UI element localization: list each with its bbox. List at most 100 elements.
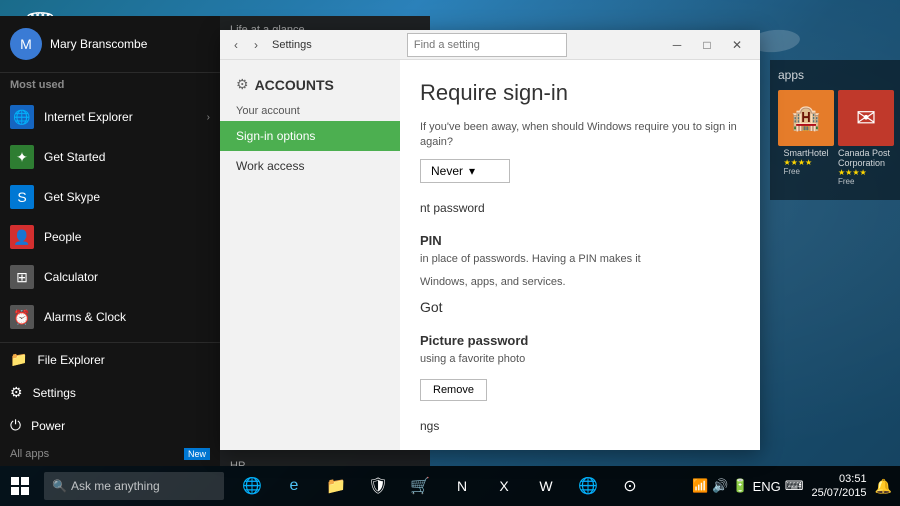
taskbar-icons: 🌐 e 📁 🛡 🛒 N X W 🌐 ⊙: [232, 466, 650, 506]
pin-desc: in place of passwords. Having a PIN make…: [420, 252, 740, 267]
other-section: ngs: [420, 419, 740, 433]
taskbar-edge[interactable]: e: [274, 466, 314, 506]
time-display: 03:51: [812, 472, 867, 486]
taskbar-chrome[interactable]: ⊙: [610, 466, 650, 506]
accounts-icon: ⚙: [236, 76, 249, 93]
picture-password-heading: Picture password: [420, 333, 740, 348]
settings-icon: ⚙: [10, 384, 23, 401]
alarms-label: Alarms & Clock: [44, 310, 126, 324]
taskbar-onenote[interactable]: N: [442, 466, 482, 506]
password-label: nt password: [420, 201, 740, 215]
people-label: People: [44, 230, 81, 244]
smarthotel-icon: 🏨: [778, 90, 834, 146]
window-title: Settings: [272, 39, 312, 51]
file-explorer-icon: 📁: [10, 351, 27, 368]
taskbar-right: 📶 🔊 🔋 ENG ⌨ 03:51 25/07/2015 🔔: [692, 472, 900, 501]
hp-section: HP 🗺 Maps X Excel 2013 N OneNote 2013: [228, 460, 422, 466]
get-started-icon: ✦: [10, 145, 34, 169]
sidebar-item-skype[interactable]: S Get Skype: [0, 177, 220, 217]
sidebar-item-get-started[interactable]: ✦ Get Started: [0, 137, 220, 177]
taskbar-store[interactable]: 🛒: [400, 466, 440, 506]
content-title: Require sign-in: [420, 80, 740, 106]
window-controls: ─ □ ✕: [662, 31, 752, 59]
taskbar-ie2[interactable]: 🌐: [568, 466, 608, 506]
taskbar-search[interactable]: 🔍 Ask me anything: [44, 472, 224, 500]
apps-panel: apps 🏨 SmartHotel ★★★★ Free ✉ Canada Pos…: [770, 60, 900, 200]
start-button[interactable]: [0, 466, 40, 506]
skype-label: Get Skype: [44, 190, 100, 204]
people-icon: 👤: [10, 225, 34, 249]
picture-password-section: Picture password using a favorite photo …: [420, 333, 740, 401]
require-signin-dropdown[interactable]: Never ▾: [420, 159, 510, 183]
taskbar-shield[interactable]: 🛡: [358, 466, 398, 506]
canada-post-icon: ✉: [838, 90, 894, 146]
new-badge: New: [184, 448, 210, 460]
apps-panel-title: apps: [778, 68, 892, 82]
all-apps-link[interactable]: All apps New: [0, 442, 220, 466]
settings-content: Require sign-in If you've been away, whe…: [400, 60, 760, 450]
maximize-button[interactable]: □: [692, 31, 722, 59]
battery-icon: 🔋: [732, 478, 748, 494]
taskbar-word[interactable]: W: [526, 466, 566, 506]
sidebar-item-people[interactable]: 👤 People: [0, 217, 220, 257]
windows-icon: [11, 477, 29, 495]
back-button[interactable]: ‹: [228, 37, 244, 53]
require-signin-desc: If you've been away, when should Windows…: [420, 120, 740, 151]
sidebar-item-alarms[interactable]: ⏰ Alarms & Clock: [0, 297, 220, 337]
your-account-label: Your account: [220, 101, 400, 121]
taskbar: 🔍 Ask me anything 🌐 e 📁 🛡 🛒 N X W 🌐 ⊙ 📶 …: [0, 466, 900, 506]
canada-post-info: Canada Post Corporation ★★★★ Free: [838, 148, 894, 186]
ie-icon: 🌐: [10, 105, 34, 129]
remove-button[interactable]: Remove: [420, 379, 487, 401]
sidebar-item-power[interactable]: ⏻ Power: [0, 409, 220, 442]
alarms-icon: ⏰: [10, 305, 34, 329]
username: Mary Branscombe: [50, 37, 147, 51]
sidebar-title: ACCOUNTS: [255, 77, 334, 93]
password-section: nt password: [420, 201, 740, 215]
sidebar-item-ie[interactable]: 🌐 Internet Explorer ›: [0, 97, 220, 137]
taskbar-folder[interactable]: 📁: [316, 466, 356, 506]
sidebar-item-calculator[interactable]: ⊞ Calculator: [0, 257, 220, 297]
got-label: Got: [420, 299, 443, 315]
taskbar-excel[interactable]: X: [484, 466, 524, 506]
sidebar-item-file-explorer[interactable]: 📁 File Explorer: [0, 343, 220, 376]
start-left-panel: M Mary Branscombe Most used 🌐 Internet E…: [0, 16, 220, 466]
canada-post-app[interactable]: ✉ Canada Post Corporation ★★★★ Free: [838, 90, 894, 186]
desktop: 🗑 Recycle Bin apps 🏨 SmartHotel ★★★★ Fre…: [0, 0, 900, 506]
minimize-button[interactable]: ─: [662, 31, 692, 59]
smarthotel-info: SmartHotel ★★★★ Free: [783, 148, 828, 176]
power-label: Power: [31, 419, 65, 433]
forward-button[interactable]: ›: [248, 37, 264, 53]
smarthotel-app[interactable]: 🏨 SmartHotel ★★★★ Free: [778, 90, 834, 186]
taskbar-ie[interactable]: 🌐: [232, 466, 272, 506]
pin-desc2: Windows, apps, and services.: [420, 275, 740, 290]
skype-icon: S: [10, 185, 34, 209]
all-apps-label: All apps: [10, 448, 49, 460]
window-body: ⚙ ACCOUNTS Your account Sign-in options …: [220, 60, 760, 450]
picture-desc: using a favorite photo: [420, 352, 740, 367]
sidebar-item-sign-in-options[interactable]: Sign-in options: [220, 121, 400, 151]
calculator-icon: ⊞: [10, 265, 34, 289]
start-user: M Mary Branscombe: [0, 16, 220, 73]
user-avatar: M: [10, 28, 42, 60]
date-display: 25/07/2015: [812, 486, 867, 500]
titlebar: ‹ › Settings ─ □ ✕: [220, 30, 760, 60]
notifications-icon[interactable]: 🔔: [875, 478, 892, 495]
settings-window: ‹ › Settings ─ □ ✕ ⚙ ACCOUNTS: [220, 30, 760, 450]
sidebar-item-work-access[interactable]: Work access: [220, 151, 400, 181]
close-button[interactable]: ✕: [722, 31, 752, 59]
sidebar-item-settings[interactable]: ⚙ Settings: [0, 376, 220, 409]
other-label: ngs: [420, 419, 740, 433]
get-started-label: Get Started: [44, 150, 105, 164]
ie-arrow: ›: [207, 112, 210, 123]
ie-label: Internet Explorer: [44, 110, 133, 124]
search-icon: 🔍: [52, 479, 67, 493]
most-used-label: Most used: [0, 73, 220, 97]
pin-heading: PIN: [420, 233, 740, 248]
file-explorer-label: File Explorer: [37, 353, 104, 367]
calculator-label: Calculator: [44, 270, 98, 284]
nav-buttons: ‹ ›: [228, 37, 264, 53]
pin-buttons: Got: [420, 299, 740, 315]
settings-search[interactable]: [407, 33, 567, 57]
start-bottom: 📁 File Explorer ⚙ Settings ⏻ Power All a…: [0, 342, 220, 466]
